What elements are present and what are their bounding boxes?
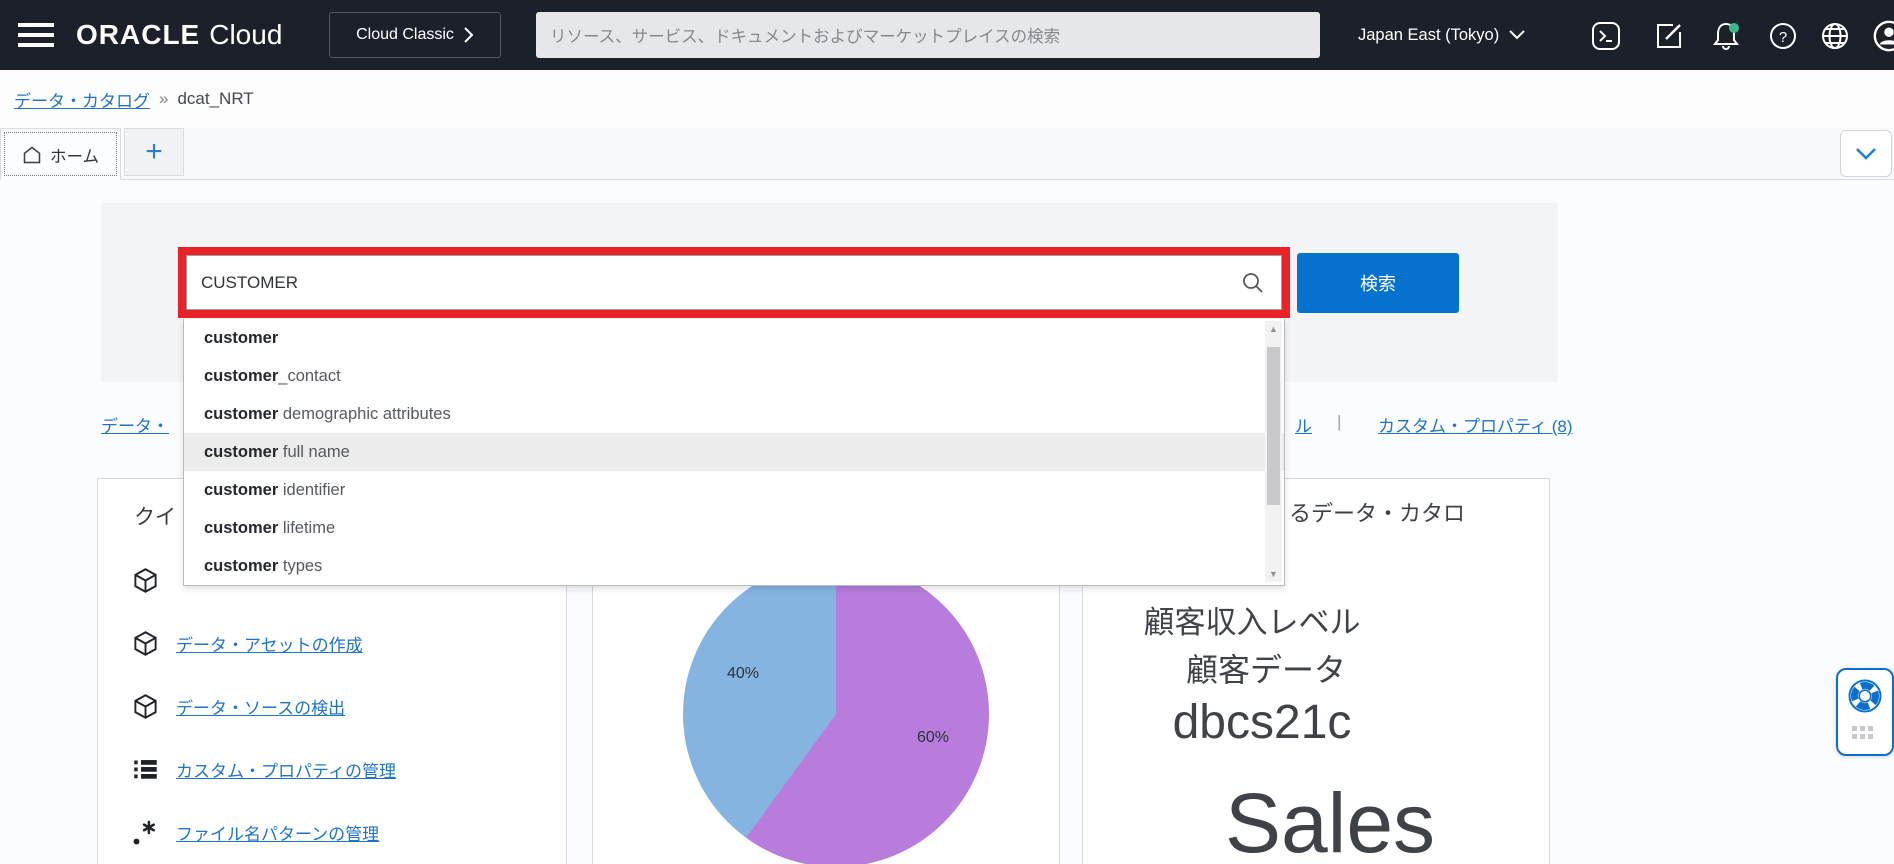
oracle-cloud-logo: ORACLE Cloud (76, 0, 282, 70)
plus-icon: + (145, 135, 163, 169)
data-catalog-page: ORACLE Cloud Cloud Classic リソース、サービス、ドキュ… (0, 0, 1894, 864)
suggestion-rest: _contact (278, 367, 340, 386)
breadcrumb-current: dcat_NRT (177, 89, 253, 109)
edit-icon[interactable] (1652, 19, 1686, 53)
tab-home-label: ホーム (50, 143, 99, 167)
suggestion-match: customer (204, 481, 278, 500)
quick-action-create-data-asset[interactable]: データ・アセットの作成 (132, 629, 363, 657)
quick-action-manage-custom-properties[interactable]: カスタム・プロパティの管理 (132, 755, 396, 783)
word-cloud-word[interactable]: 顧客データ (1033, 645, 1499, 691)
search-button[interactable]: 検索 (1297, 253, 1459, 313)
pie-chart (683, 561, 989, 864)
cloud-classic-label: Cloud Classic (356, 26, 454, 44)
bell-badge (1729, 23, 1739, 33)
suggestion-match: customer (204, 405, 278, 424)
links-separator: | (1337, 412, 1341, 432)
suggestion-match: customer (204, 329, 278, 348)
quick-actions-title-fragment: クイ (134, 501, 176, 531)
breadcrumb-separator: » (159, 89, 168, 109)
scroll-up-arrow-icon[interactable]: ▲ (1265, 321, 1282, 337)
dropdown-scrollbar[interactable]: ▲ ▼ (1265, 321, 1282, 582)
quick-action-discover-data-source[interactable]: データ・ソースの検出 (132, 692, 345, 720)
quick-action-link[interactable]: データ・ソースの検出 (176, 694, 345, 719)
scrollbar-thumb[interactable] (1267, 347, 1280, 505)
tab-strip-collapse-button[interactable] (1840, 130, 1892, 177)
search-button-label: 検索 (1360, 270, 1396, 296)
suggestion-item[interactable]: customer types (184, 547, 1284, 585)
word-cloud-title-fragment: るデータ・カタロ (1289, 496, 1465, 528)
suggestion-item[interactable]: customer lifetime (184, 509, 1284, 547)
search-suggestions-dropdown: customer customer_contact customer demog… (183, 319, 1285, 586)
cloud-shell-icon[interactable] (1589, 19, 1623, 53)
quick-action-row-hidden[interactable] (132, 566, 159, 594)
quick-action-link[interactable]: データ・アセットの作成 (176, 631, 363, 656)
quick-action-link[interactable]: ファイル名パターンの管理 (176, 820, 379, 845)
global-search-input[interactable]: リソース、サービス、ドキュメントおよびマーケットプレイスの検索 (536, 12, 1320, 58)
lifesaver-icon (1846, 677, 1884, 715)
user-avatar-icon[interactable] (1872, 19, 1894, 53)
link-fragment-mid-text[interactable]: ル (1295, 417, 1312, 436)
dot-asterisk-icon (132, 819, 159, 846)
tab-strip (0, 128, 1894, 180)
hamburger-menu-icon[interactable] (18, 20, 54, 50)
pie-slice-label-60: 60% (901, 729, 965, 747)
data-assets-link-fragment[interactable]: データ・ (101, 412, 169, 437)
catalog-search-input[interactable]: CUSTOMER (186, 255, 1282, 310)
tab-add-button[interactable]: + (124, 128, 184, 176)
region-label: Japan East (Tokyo) (1358, 26, 1499, 45)
quick-action-manage-filename-patterns[interactable]: ファイル名パターンの管理 (132, 818, 379, 846)
list-icon (132, 756, 159, 783)
custom-properties-link[interactable]: カスタム・プロパティ (8) (1378, 412, 1572, 437)
scroll-down-arrow-icon[interactable]: ▼ (1265, 566, 1282, 582)
cube-icon (132, 630, 159, 657)
catalog-search-highlight-box: CUSTOMER (178, 247, 1290, 318)
suggestion-match: customer (204, 557, 278, 576)
tab-home[interactable]: ホーム (0, 128, 121, 180)
suggestion-match: customer (204, 367, 278, 386)
chevron-down-icon (1509, 30, 1525, 40)
suggestion-rest: full name (278, 443, 350, 462)
globe-icon[interactable] (1818, 19, 1852, 53)
chevron-down-icon (1855, 147, 1877, 160)
cloud-classic-button[interactable]: Cloud Classic (329, 12, 501, 58)
breadcrumb-catalog-link[interactable]: データ・カタログ (14, 87, 150, 112)
global-search-placeholder: リソース、サービス、ドキュメントおよびマーケットプレイスの検索 (550, 23, 1060, 47)
home-icon (22, 145, 42, 165)
suggestion-rest: lifetime (278, 519, 335, 538)
cube-icon (132, 567, 159, 594)
chevron-right-icon (463, 26, 474, 44)
suggestion-rest: demographic attributes (278, 405, 450, 424)
suggestion-item-highlighted[interactable]: customer full name (184, 433, 1284, 471)
logo-oracle-text: ORACLE (76, 19, 200, 51)
suggestion-item[interactable]: customer (184, 319, 1284, 357)
help-icon[interactable]: ? (1766, 19, 1800, 53)
pie-slice-label-40: 40% (711, 665, 775, 683)
breadcrumb: データ・カタログ » dcat_NRT (0, 70, 1894, 128)
suggestion-match: customer (204, 443, 278, 462)
cube-icon (132, 693, 159, 720)
link-fragment-left[interactable]: データ・ (101, 417, 169, 436)
search-icon (1241, 271, 1265, 295)
suggestion-item[interactable]: customer demographic attributes (184, 395, 1284, 433)
suggestion-item[interactable]: customer identifier (184, 471, 1284, 509)
suggestion-item[interactable]: customer_contact (184, 357, 1284, 395)
word-cloud-word[interactable]: dbcs21c (1029, 695, 1495, 750)
region-selector[interactable]: Japan East (Tokyo) (1358, 0, 1525, 70)
custom-properties-link-text[interactable]: カスタム・プロパティ (8) (1378, 417, 1572, 436)
suggestion-rest: identifier (278, 481, 345, 500)
word-cloud-word[interactable]: Sales (1097, 775, 1563, 864)
logo-cloud-text: Cloud (209, 19, 282, 51)
suggestion-rest: types (278, 557, 322, 576)
link-fragment-mid[interactable]: ル (1295, 412, 1312, 437)
notifications-bell-icon[interactable] (1709, 19, 1743, 53)
top-header: ORACLE Cloud Cloud Classic リソース、サービス、ドキュ… (0, 0, 1894, 70)
support-widget[interactable] (1836, 668, 1894, 756)
svg-text:?: ? (1779, 29, 1787, 46)
suggestion-match: customer (204, 519, 278, 538)
word-cloud-word[interactable]: 顧客収入レベル (1019, 597, 1485, 642)
widget-drag-handle[interactable] (1852, 726, 1878, 739)
quick-action-link[interactable]: カスタム・プロパティの管理 (176, 757, 396, 782)
catalog-search-query: CUSTOMER (201, 273, 1241, 293)
